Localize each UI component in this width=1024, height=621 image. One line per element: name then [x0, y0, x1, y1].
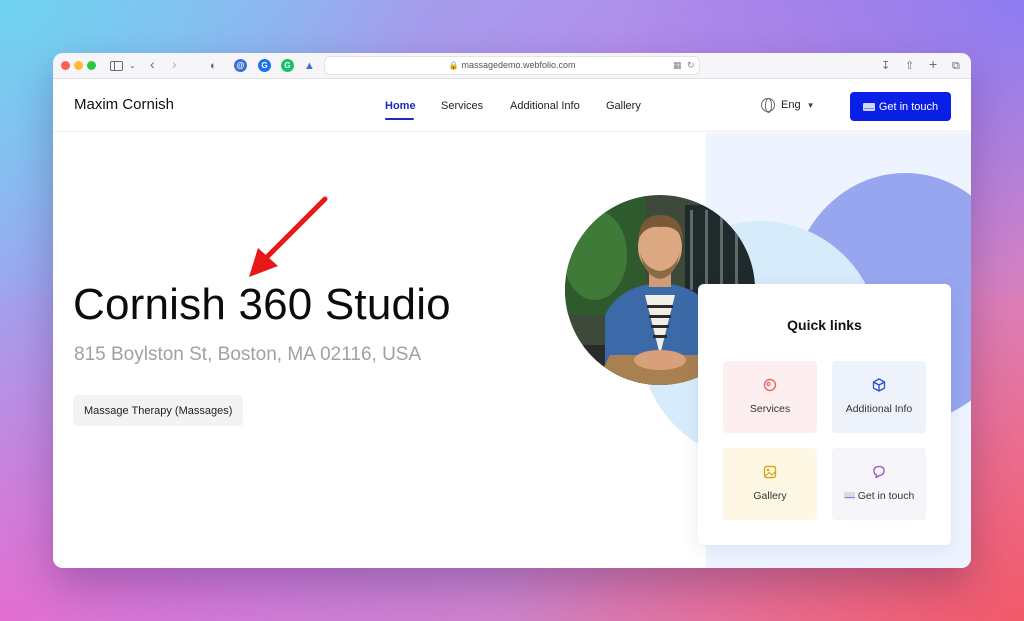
nav-home[interactable]: Home: [385, 100, 416, 112]
quick-link-label: Additional Info: [845, 403, 913, 415]
share-icon[interactable]: ⇧: [905, 58, 914, 74]
address-bar[interactable]: 🔒 massagedemo.webfolio.com ▦ ↻: [324, 56, 700, 75]
tab-overview-icon[interactable]: ⧉: [952, 58, 960, 74]
envelope-icon: [843, 492, 855, 499]
quick-link-label-row: Get in touch: [832, 490, 926, 502]
extension-icon[interactable]: @: [234, 59, 247, 72]
quick-links-title: Quick links: [787, 317, 862, 333]
forward-icon[interactable]: ›: [172, 56, 177, 72]
get-in-touch-button[interactable]: Get in touch: [850, 92, 951, 121]
flask-icon[interactable]: ▲: [304, 58, 315, 74]
language-selector[interactable]: Eng ▼: [761, 98, 815, 113]
maximize-window-button[interactable]: [87, 61, 96, 70]
get-in-touch-label: Get in touch: [878, 100, 939, 113]
category-tag[interactable]: Massage Therapy (Massages): [73, 395, 244, 426]
language-label: Eng: [781, 99, 801, 111]
lock-icon: 🔒: [448, 61, 459, 70]
grammarly-icon[interactable]: G: [281, 59, 294, 72]
minimize-window-button[interactable]: [74, 61, 83, 70]
nav-services[interactable]: Services: [441, 100, 483, 112]
grammar-extension-icon[interactable]: G: [258, 59, 271, 72]
globe-icon: [761, 98, 775, 113]
nav-active-indicator: [385, 118, 414, 120]
chat-icon: [873, 465, 885, 479]
chevron-down-icon[interactable]: ⌄: [129, 58, 136, 74]
site-brand[interactable]: Maxim Cornish: [74, 96, 174, 113]
hero-address: 815 Boylston St, Boston, MA 02116, USA: [74, 344, 422, 365]
browser-toolbar: ⌄ ‹ › ◐ @ G G ▲ 🔒 massagedemo.webfolio.co…: [53, 53, 971, 79]
browser-window: ⌄ ‹ › ◐ @ G G ▲ 🔒 massagedemo.webfolio.co…: [53, 53, 971, 568]
quick-link-label: Get in touch: [857, 490, 915, 502]
close-window-button[interactable]: [61, 61, 70, 70]
new-tab-icon[interactable]: +: [929, 56, 937, 72]
sidebar-toggle-icon[interactable]: [110, 61, 123, 71]
quick-link-services[interactable]: Services: [723, 361, 817, 433]
translate-icon[interactable]: ▦: [673, 57, 682, 74]
reload-icon[interactable]: ↻: [687, 57, 695, 74]
quick-link-additional-info[interactable]: Additional Info: [832, 361, 926, 433]
cube-icon: [872, 378, 886, 392]
download-icon[interactable]: ↧: [881, 58, 890, 74]
chevron-down-icon: ▼: [806, 100, 815, 110]
category-tag-label: Massage Therapy (Massages): [84, 404, 233, 417]
envelope-icon: [862, 102, 875, 111]
hero-title: Cornish 360 Studio: [73, 280, 451, 329]
back-icon[interactable]: ‹: [150, 56, 155, 72]
quick-link-get-in-touch[interactable]: Get in touch: [832, 448, 926, 520]
services-icon: [763, 378, 777, 392]
shield-icon[interactable]: ◐: [210, 58, 217, 74]
image-icon: [763, 465, 777, 479]
quick-link-label: Gallery: [753, 490, 787, 502]
quick-links-panel: Quick links Services Additional Info Gal…: [698, 284, 951, 545]
site-header: Maxim Cornish Home Services Additional I…: [53, 80, 971, 132]
nav-additional-info[interactable]: Additional Info: [510, 100, 580, 112]
quick-link-label: Services: [749, 403, 791, 415]
annotation-arrow-icon: [244, 194, 330, 282]
hero-section: Cornish 360 Studio 815 Boylston St, Bost…: [53, 133, 971, 568]
quick-link-gallery[interactable]: Gallery: [723, 448, 817, 520]
nav-gallery[interactable]: Gallery: [606, 100, 641, 112]
url-text: massagedemo.webfolio.com: [461, 60, 576, 70]
